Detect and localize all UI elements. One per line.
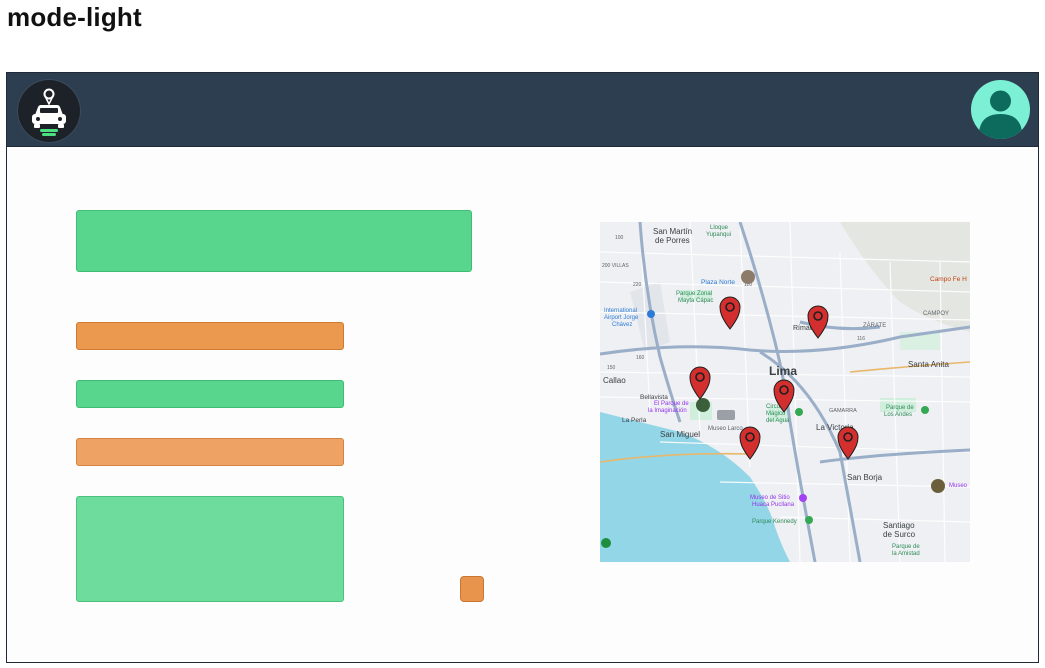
map-label-santa-anita: Santa Anita xyxy=(908,360,949,369)
circuito-poi-icon xyxy=(795,408,803,416)
map-label-circuito-3: del Agua xyxy=(766,418,790,424)
map-label-museo-sitio-1: Museo de Sitio xyxy=(750,495,790,501)
green-bar[interactable] xyxy=(76,380,344,408)
plaza-norte-photo-icon xyxy=(741,270,755,284)
map-road-116: 116 xyxy=(857,336,865,342)
orange-bar-1[interactable] xyxy=(76,322,344,350)
map-label-lima: Lima xyxy=(769,364,797,378)
map-label-san-martin-2: de Porres xyxy=(655,236,690,245)
green-panel-bottom[interactable] xyxy=(76,496,344,602)
map-label-santiago-2: de Surco xyxy=(883,530,916,539)
map-label-parque-kennedy: Parque Kennedy xyxy=(752,519,797,525)
map-road-160: 160 xyxy=(636,355,645,361)
map-label-gamarra: GAMARRA xyxy=(829,408,857,414)
map-label-parque-zonal-1: Parque Zonal xyxy=(676,291,712,297)
map-label-parque-imag-1: El Parque de xyxy=(654,401,689,407)
map-road-220: 220 xyxy=(633,282,642,288)
map-road-100: 100 xyxy=(615,235,624,241)
museo-larco-photo-icon xyxy=(717,410,735,420)
map-label-la-perla: La Perla xyxy=(622,417,647,424)
map-label-airport-3: Chávez xyxy=(612,322,632,328)
map-label-parque-imag-2: la Imaginación xyxy=(648,408,687,414)
map-label-callao: Callao xyxy=(603,376,626,385)
parque-andes-poi-icon xyxy=(921,406,929,414)
museo-sitio-poi-icon xyxy=(799,494,807,502)
app-logo[interactable] xyxy=(18,80,80,142)
app-frame: San Martín de Porres Plaza Norte Parque … xyxy=(6,72,1039,663)
map-label-san-miguel: San Miguel xyxy=(660,430,700,439)
parque-imaginacion-photo-icon xyxy=(696,398,710,412)
orange-bar-2[interactable] xyxy=(76,438,344,466)
car-location-icon xyxy=(32,88,66,136)
map-label-circuito-2: Mágico xyxy=(766,411,786,417)
page-title: mode-light xyxy=(7,2,142,32)
map-label-museo-larco: Museo Larco xyxy=(708,426,743,432)
map-label-parque-amistad-2: la Amistad xyxy=(892,551,920,557)
map-label-bellavista: Bellavista xyxy=(640,394,668,401)
map-label-museo-sitio-2: Huaca Pucllana xyxy=(752,502,795,508)
map-label-san-borja: San Borja xyxy=(847,473,883,482)
map-label-museo-right: Museo xyxy=(949,483,968,489)
lima-map[interactable]: San Martín de Porres Plaza Norte Parque … xyxy=(600,222,970,562)
user-avatar-icon xyxy=(979,90,1022,139)
map-label-parque-zonal-2: Mayta Cápac xyxy=(678,298,713,304)
map-label-parque-andes-1: Parque de xyxy=(886,405,914,411)
green-panel-large[interactable] xyxy=(76,210,472,272)
museo-right-photo-icon xyxy=(931,479,945,493)
parque-kennedy-poi-icon xyxy=(805,516,813,524)
map-canvas: San Martín de Porres Plaza Norte Parque … xyxy=(600,222,970,562)
map-label-campo-fe: Campo Fe H xyxy=(930,276,967,283)
orange-action-button[interactable] xyxy=(460,576,484,602)
map-label-san-martin-1: San Martín xyxy=(653,227,692,236)
user-avatar[interactable] xyxy=(971,80,1030,139)
map-label-zarate: ZÁRATE xyxy=(863,322,886,329)
map-label-santiago-1: Santiago xyxy=(883,521,915,530)
map-label-lloque-2: Yupanqui xyxy=(706,232,731,238)
map-road-200: 200 VILLAS xyxy=(602,263,629,269)
airport-poi-icon xyxy=(647,310,655,318)
map-label-airport-1: International xyxy=(604,308,637,314)
map-label-airport-2: Airport Jorge xyxy=(604,315,639,321)
map-label-plaza-norte: Plaza Norte xyxy=(701,279,735,286)
map-label-campoy: CAMPOY xyxy=(923,311,949,317)
map-road-150: 150 xyxy=(607,365,616,371)
map-label-parque-amistad-1: Parque de xyxy=(892,544,920,550)
map-label-lloque-1: Lloque xyxy=(710,225,729,231)
coast-poi-icon xyxy=(601,538,611,548)
map-label-parque-andes-2: Los Andes xyxy=(884,412,912,418)
top-navigation-bar xyxy=(7,73,1038,147)
